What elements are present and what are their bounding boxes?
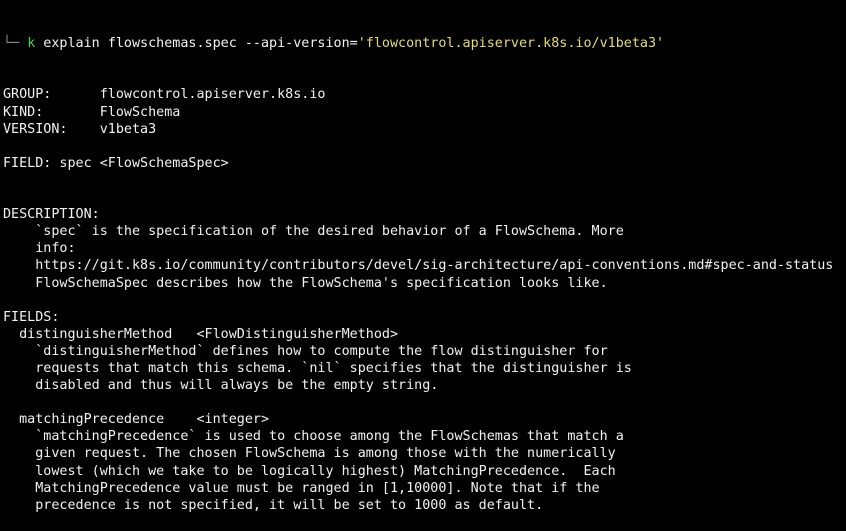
terminal-output: └─ k explain flowschemas.spec --api-vers… xyxy=(3,1,833,531)
output-line: `matchingPrecedence` is used to choose a… xyxy=(3,429,624,445)
output-line: given request. The chosen FlowSchema is … xyxy=(3,446,616,462)
output-line: DESCRIPTION: xyxy=(3,207,100,223)
output-line: https://git.k8s.io/community/contributor… xyxy=(3,258,834,274)
output-line: `spec` is the specification of the desir… xyxy=(3,224,624,240)
output-line: FIELDS: xyxy=(3,309,60,325)
output-line: requests that match this schema. `nil` s… xyxy=(3,360,632,376)
output-line: lowest (which we take to be logically hi… xyxy=(3,463,616,479)
prompt-line: └─ k explain flowschemas.spec --api-vers… xyxy=(3,35,833,52)
output-line: matchingPrecedence <integer> xyxy=(3,412,270,428)
output-line: info: xyxy=(3,241,76,257)
output-line: precedence is not specified, it will be … xyxy=(3,497,544,513)
command-quoted-arg: 'flowcontrol.apiserver.k8s.io/v1beta3' xyxy=(357,36,665,52)
command-args: explain flowschemas.spec --api-version= xyxy=(35,36,358,52)
output-lines: GROUP: flowcontrol.apiserver.k8s.io KIND:… xyxy=(3,86,833,513)
output-line: GROUP: flowcontrol.apiserver.k8s.io xyxy=(3,87,326,103)
output-line: `distinguisherMethod` defines how to com… xyxy=(3,343,608,359)
prompt-tree-glyph: └─ xyxy=(3,36,28,52)
output-line: disabled and thus will always be the emp… xyxy=(3,378,439,394)
output-line: FIELD: spec <FlowSchemaSpec> xyxy=(3,155,229,171)
output-line: KIND: FlowSchema xyxy=(3,104,181,120)
output-line: VERSION: v1beta3 xyxy=(3,121,157,137)
output-line: MatchingPrecedence value must be ranged … xyxy=(3,480,600,496)
output-line: FlowSchemaSpec describes how the FlowSch… xyxy=(3,275,608,291)
output-line: distinguisherMethod <FlowDistinguisherMe… xyxy=(3,326,399,342)
